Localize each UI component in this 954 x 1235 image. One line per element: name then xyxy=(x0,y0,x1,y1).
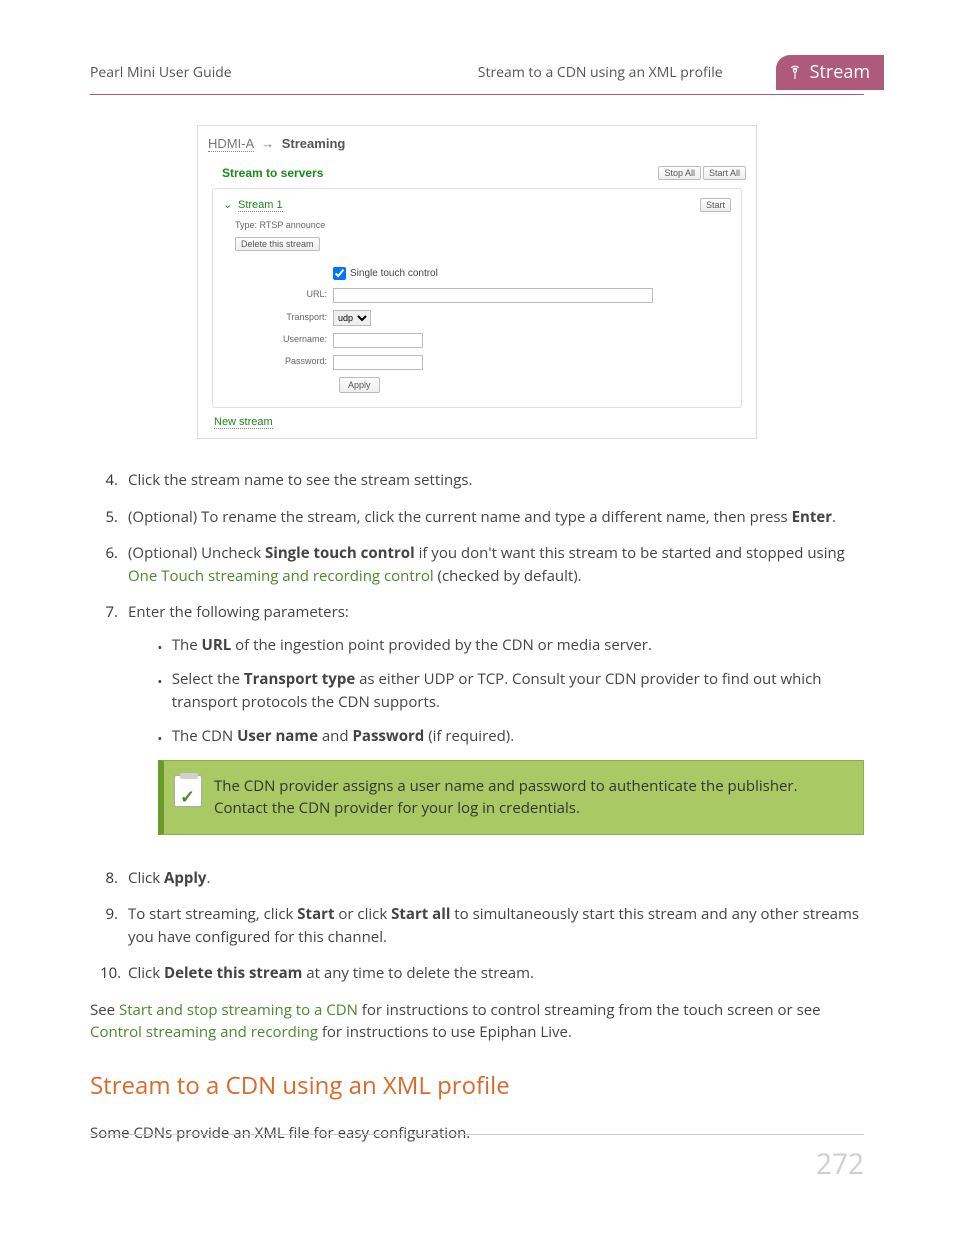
section-heading: Stream to a CDN using an XML profile xyxy=(90,1068,864,1104)
stream-tab: Stream xyxy=(776,55,884,90)
username-input[interactable] xyxy=(333,333,423,348)
chevron-down-icon[interactable]: ⌄ xyxy=(223,199,232,211)
new-stream-link[interactable]: New stream xyxy=(214,416,273,429)
stream-type-label: Type: RTSP announce xyxy=(235,219,731,233)
username-label: Username: xyxy=(223,333,333,347)
section-name: Stream to a CDN using an XML profile xyxy=(388,62,776,83)
clipboard-check-icon xyxy=(174,775,202,807)
apply-button[interactable]: Apply xyxy=(339,377,380,393)
url-label: URL: xyxy=(223,288,333,302)
single-touch-checkbox[interactable] xyxy=(333,267,346,280)
stream-box: ⌄ Stream 1 Start Type: RTSP announce Del… xyxy=(212,188,742,408)
page-header: Pearl Mini User Guide Stream to a CDN us… xyxy=(90,55,864,95)
breadcrumb: HDMI-A → Streaming xyxy=(208,134,746,154)
steps-list: 4.Click the stream name to see the strea… xyxy=(100,469,864,985)
section-body: Some CDNs provide an XML file for easy c… xyxy=(90,1122,864,1145)
page-number: 272 xyxy=(816,1143,864,1185)
delete-stream-button[interactable]: Delete this stream xyxy=(235,237,320,251)
password-label: Password: xyxy=(223,355,333,369)
breadcrumb-streaming: Streaming xyxy=(282,136,346,151)
url-input[interactable] xyxy=(333,288,653,303)
stream-to-servers-title: Stream to servers xyxy=(222,164,323,182)
guide-title: Pearl Mini User Guide xyxy=(90,62,388,83)
breadcrumb-hdmi[interactable]: HDMI-A xyxy=(208,136,254,152)
start-all-button[interactable]: Start All xyxy=(703,166,746,180)
transport-label: Transport: xyxy=(223,311,333,325)
start-button[interactable]: Start xyxy=(700,198,731,212)
footer-divider xyxy=(90,1134,864,1135)
note-callout: The CDN provider assigns a user name and… xyxy=(158,760,864,835)
stop-all-button[interactable]: Stop All xyxy=(658,166,701,180)
stream-name-link[interactable]: Stream 1 xyxy=(238,199,283,212)
transport-select[interactable]: udp xyxy=(333,310,371,326)
closing-paragraph: See Start and stop streaming to a CDN fo… xyxy=(90,999,864,1044)
single-touch-label: Single touch control xyxy=(350,266,438,281)
streaming-panel: HDMI-A → Streaming Stream to servers Sto… xyxy=(197,125,757,439)
control-streaming-link[interactable]: Control streaming and recording xyxy=(90,1022,318,1042)
one-touch-link[interactable]: One Touch streaming and recording contro… xyxy=(128,566,434,586)
password-input[interactable] xyxy=(333,355,423,370)
antenna-icon xyxy=(786,64,804,82)
arrow-icon: → xyxy=(261,136,274,151)
start-stop-link[interactable]: Start and stop streaming to a CDN xyxy=(119,1000,358,1020)
